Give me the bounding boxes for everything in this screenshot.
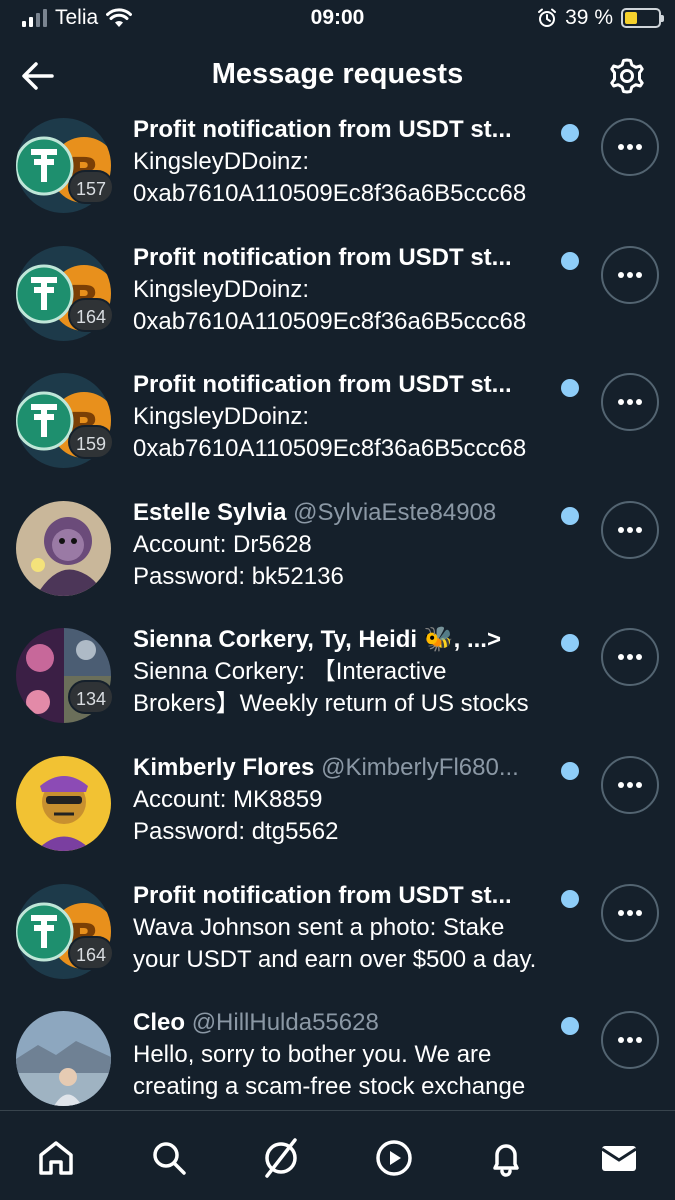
- conversation-text: Profit notification from USDT st... King…: [133, 242, 583, 338]
- conversation-name: Sienna Corkery, Ty, Heidi 🐝, ...>: [133, 626, 501, 654]
- member-count-badge: 164: [68, 935, 115, 970]
- message-preview-line: creating a scam-free stock exchange: [133, 1073, 526, 1101]
- conversation-row[interactable]: B 164 Profit notification from USDT st..…: [0, 876, 675, 1004]
- message-preview-line: Hello, sorry to bother you. We are: [133, 1041, 492, 1069]
- member-count-badge: 157: [68, 170, 115, 204]
- message-preview-line: Password: bk52136: [133, 562, 344, 590]
- more-horizontal-icon: [618, 399, 642, 406]
- more-options-button[interactable]: [601, 118, 659, 176]
- message-preview-line: Wava Johnson sent a photo: Stake: [133, 913, 505, 941]
- unread-dot: [561, 761, 579, 780]
- more-options-button[interactable]: [601, 1011, 659, 1070]
- message-preview-line: 0xab7610A110509Ec8f36a6B5ccc68: [133, 307, 527, 335]
- conversation-name: Estelle Sylvia: [133, 498, 287, 526]
- conversation-text: Kimberly Flores @KimberlyFl680... Accoun…: [133, 752, 583, 848]
- video-icon: [376, 1140, 412, 1176]
- more-options-button[interactable]: [601, 883, 659, 942]
- nav-communities[interactable]: [253, 1133, 309, 1183]
- more-horizontal-icon: [618, 1037, 642, 1044]
- conversation-name: Kimberly Flores: [133, 753, 315, 781]
- conversation-handle: @HillHulda55628: [191, 1009, 379, 1037]
- conversation-row[interactable]: Kimberly Flores @KimberlyFl680... Accoun…: [0, 748, 675, 876]
- conversation-name: Profit notification from USDT st...: [133, 881, 512, 909]
- communities-icon: [265, 1138, 297, 1178]
- more-horizontal-icon: [618, 144, 642, 150]
- conversation-row[interactable]: B 157 Profit notification from USDT st..…: [0, 110, 675, 238]
- message-preview-line: Account: MK8859: [133, 785, 323, 813]
- nav-home[interactable]: [28, 1133, 84, 1183]
- search-icon: [153, 1142, 186, 1175]
- conversation-row[interactable]: B 159 Profit notification from USDT st..…: [0, 365, 675, 493]
- home-icon: [39, 1141, 73, 1175]
- message-preview-line: KingsleyDDoinz:: [133, 275, 310, 303]
- messages-icon: [600, 1146, 637, 1171]
- conversation-name: Profit notification from USDT st...: [133, 243, 512, 271]
- unread-dot: [561, 506, 579, 525]
- landscape-photo-avatar[interactable]: [16, 1011, 111, 1107]
- unread-dot: [561, 889, 579, 908]
- message-preview-line: 0xab7610A110509Ec8f36a6B5ccc68: [133, 180, 527, 207]
- settings-button[interactable]: [607, 56, 647, 96]
- unread-dot: [561, 251, 579, 270]
- bottom-nav: [0, 1110, 675, 1200]
- conversation-text: Profit notification from USDT st... King…: [133, 114, 583, 210]
- unread-dot: [561, 124, 579, 142]
- message-request-list: B 157 Profit notification from USDT st..…: [0, 110, 675, 1110]
- nav-video[interactable]: [366, 1133, 422, 1183]
- message-preview-line: your USDT and earn over $500 a day.: [133, 945, 537, 973]
- conversation-text: Profit notification from USDT st... King…: [133, 369, 583, 465]
- conversation-text: Cleo @HillHulda55628 Hello, sorry to bot…: [133, 1007, 583, 1103]
- more-options-button[interactable]: [601, 755, 659, 814]
- gear-icon: [610, 58, 644, 94]
- more-horizontal-icon: [618, 909, 642, 916]
- message-preview-line: Account: Dr5628: [133, 530, 312, 558]
- conversation-handle: @KimberlyFl680...: [321, 753, 519, 781]
- status-right: 39 %: [537, 6, 664, 30]
- message-preview-line: Sienna Corkery: 【Interactive: [133, 658, 447, 686]
- message-preview-line: 0xab7610A110509Ec8f36a6B5ccc68: [133, 435, 527, 463]
- more-horizontal-icon: [618, 781, 642, 788]
- member-count-badge: 164: [68, 297, 115, 332]
- message-preview-line: KingsleyDDoinz:: [133, 403, 310, 431]
- more-options-button[interactable]: [601, 373, 659, 432]
- conversation-name: Cleo: [133, 1009, 186, 1037]
- conversation-name: Profit notification from USDT st...: [133, 371, 512, 399]
- battery-icon: [621, 8, 664, 28]
- conversation-text: Estelle Sylvia @SylviaEste84908 Account:…: [133, 497, 583, 593]
- more-options-button[interactable]: [601, 500, 659, 559]
- ape-nft-avatar[interactable]: [16, 755, 111, 851]
- conversation-row[interactable]: Cleo @HillHulda55628 Hello, sorry to bot…: [0, 1003, 675, 1110]
- conversation-row[interactable]: Estelle Sylvia @SylviaEste84908 Account:…: [0, 493, 675, 621]
- notifications-icon: [493, 1144, 519, 1177]
- conversation-row[interactable]: 134 Sienna Corkery, Ty, Heidi 🐝, ...> Si…: [0, 620, 675, 748]
- more-options-button[interactable]: [601, 245, 659, 304]
- more-horizontal-icon: [618, 271, 642, 278]
- header: Message requests: [0, 44, 675, 110]
- more-horizontal-icon: [618, 654, 642, 661]
- message-preview-line: Brokers】Weekly return of US stocks: [133, 690, 529, 718]
- alarm-icon: [538, 8, 557, 27]
- member-count-badge: 134: [68, 680, 115, 715]
- page-title: Message requests: [211, 58, 464, 90]
- conversation-text: Sienna Corkery, Ty, Heidi 🐝, ...> Sienna…: [133, 624, 583, 720]
- status-bar: Telia 09:00 39 %: [0, 0, 675, 40]
- conversation-text: Profit notification from USDT st... Wava…: [133, 880, 583, 976]
- message-preview-line: Password: dtg5562: [133, 817, 339, 845]
- battery-percent: 39 %: [565, 6, 613, 29]
- more-options-button[interactable]: [601, 628, 659, 687]
- message-preview-line: KingsleyDDoinz:: [133, 148, 310, 175]
- member-count-badge: 159: [68, 425, 115, 460]
- monkey-art-avatar[interactable]: [16, 500, 111, 596]
- nav-notifications[interactable]: [478, 1133, 534, 1183]
- nav-search[interactable]: [141, 1133, 197, 1183]
- conversation-handle: @SylviaEste84908: [293, 498, 497, 526]
- more-horizontal-icon: [618, 526, 642, 533]
- nav-messages[interactable]: [591, 1133, 647, 1183]
- conversation-row[interactable]: B 164 Profit notification from USDT st..…: [0, 238, 675, 366]
- conversation-name: Profit notification from USDT st...: [133, 116, 512, 143]
